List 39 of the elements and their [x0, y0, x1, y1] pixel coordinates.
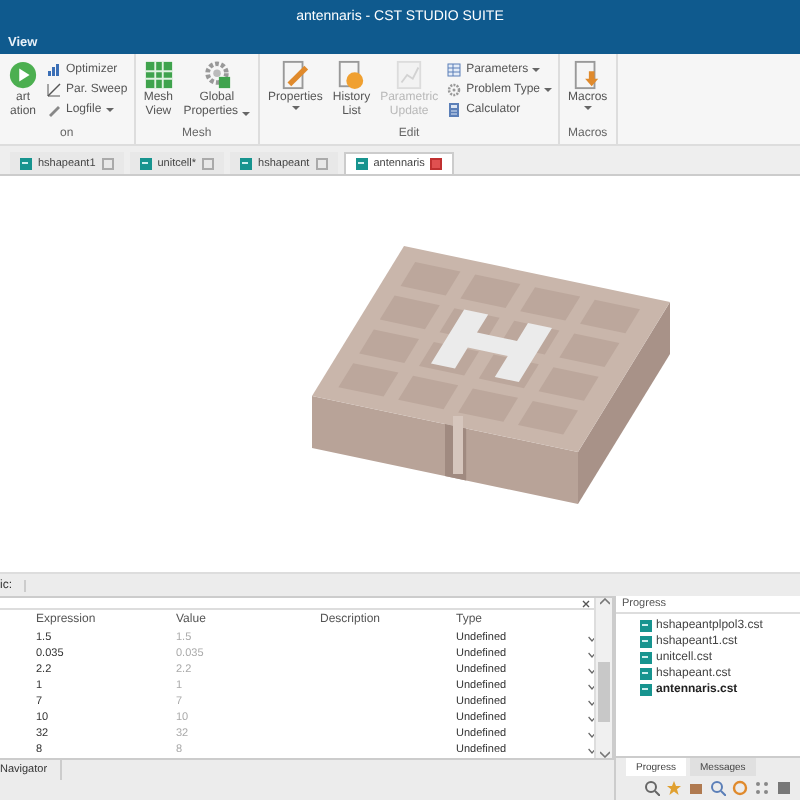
- file-icon: [640, 684, 652, 696]
- scroll-down-icon[interactable]: [599, 750, 609, 758]
- file-icon: [139, 157, 152, 169]
- gear-icon: [201, 60, 232, 90]
- file-icon: [640, 668, 652, 680]
- calculator-icon: [446, 101, 463, 117]
- file-icon: [640, 620, 652, 632]
- slope-icon: [46, 81, 62, 97]
- dots-icon[interactable]: [754, 780, 770, 796]
- magnifier-icon[interactable]: [644, 780, 660, 796]
- chevron-icon[interactable]: [588, 651, 594, 657]
- file-icon: [20, 157, 32, 169]
- chevron-icon[interactable]: [588, 715, 594, 721]
- bar-chart-icon: [46, 61, 62, 77]
- play-icon: [8, 60, 38, 90]
- document-pen-icon: [280, 60, 311, 90]
- magnifier-icon[interactable]: [710, 780, 726, 796]
- grid-icon: [143, 60, 174, 90]
- gear-icon: [446, 81, 463, 97]
- chevron-icon[interactable]: [588, 667, 594, 673]
- box-icon[interactable]: [688, 780, 704, 796]
- chevron-icon[interactable]: [588, 747, 594, 753]
- scroll-up-icon[interactable]: [599, 598, 609, 606]
- chart-icon: [394, 60, 425, 90]
- star-icon[interactable]: [666, 780, 682, 796]
- square-icon[interactable]: [776, 780, 792, 796]
- close-icon[interactable]: [582, 600, 590, 608]
- file-icon: [640, 652, 652, 664]
- file-icon: [355, 158, 368, 170]
- pencil-icon: [46, 101, 62, 117]
- chevron-icon[interactable]: [588, 635, 594, 641]
- chevron-icon[interactable]: [588, 699, 594, 705]
- scrollbar[interactable]: [594, 598, 612, 758]
- file-icon: [640, 636, 652, 648]
- chevron-icon[interactable]: [588, 731, 594, 737]
- table-icon: [446, 61, 463, 77]
- file-icon: [240, 157, 253, 169]
- page-icon: [336, 60, 367, 90]
- chevron-icon[interactable]: [588, 683, 594, 689]
